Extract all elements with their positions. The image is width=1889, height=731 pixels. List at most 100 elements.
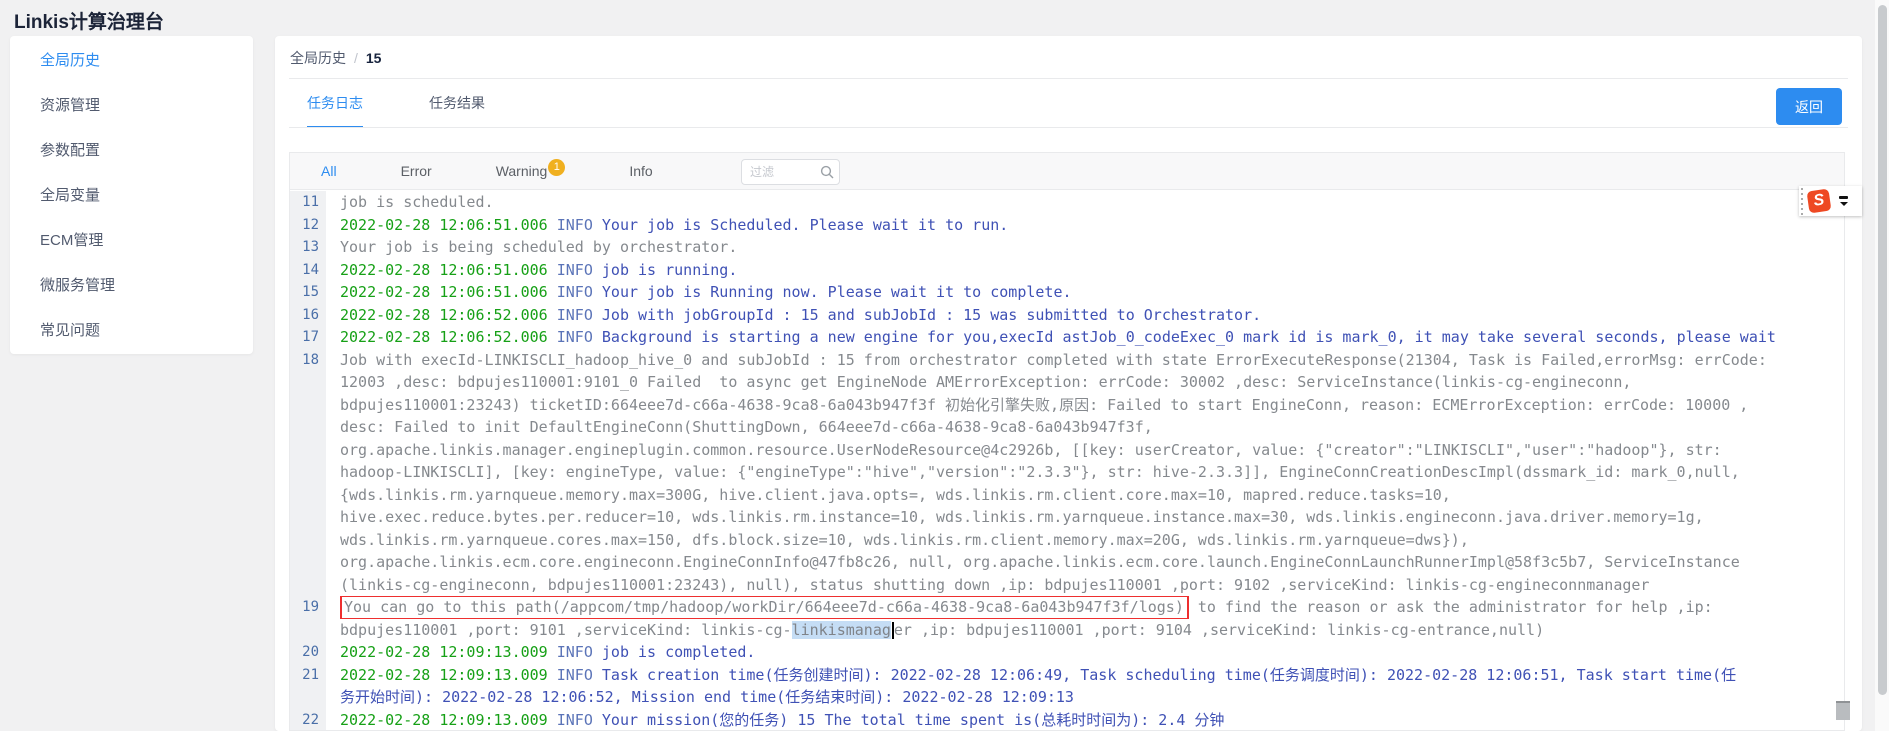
breadcrumb-parent[interactable]: 全局历史 bbox=[290, 50, 346, 66]
log-line-number bbox=[290, 619, 326, 642]
log-line-number: 13 bbox=[290, 236, 326, 259]
tab-task-log[interactable]: 任务日志 bbox=[307, 82, 363, 127]
log-toolbar: All Error Warning1 Info bbox=[290, 153, 1844, 190]
breadcrumb-separator: / bbox=[354, 50, 358, 66]
log-segment-plain: bdpujes110001 ,port: 9101 ,serviceKind: … bbox=[340, 621, 792, 639]
back-button[interactable]: 返回 bbox=[1776, 88, 1842, 125]
log-line-number bbox=[290, 574, 326, 597]
log-segment-lvl: INFO bbox=[557, 216, 602, 234]
log-filter-all[interactable]: All bbox=[321, 163, 337, 179]
page-scrollbar-thumb[interactable] bbox=[1878, 5, 1887, 695]
log-segment-plain: to find the reason or ask the administra… bbox=[1189, 598, 1713, 616]
ime-drag-handle[interactable] bbox=[1799, 186, 1805, 216]
log-row: 122022-02-28 12:06:51.006 INFO Your job … bbox=[290, 214, 1844, 237]
log-row: (linkis-cg-engineconn, bdpujes110001:232… bbox=[290, 574, 1844, 597]
log-line-text: org.apache.linkis.manager.engineplugin.c… bbox=[326, 439, 1844, 462]
log-segment-msg: job is running. bbox=[602, 261, 737, 279]
log-segment-plain: job is scheduled. bbox=[340, 193, 494, 211]
log-filter-error[interactable]: Error bbox=[401, 163, 432, 179]
sidebar-item-parameter-config[interactable]: 参数配置 bbox=[10, 128, 253, 173]
log-line-text: hadoop-LINKISCLI], [key: engineType, val… bbox=[326, 461, 1844, 484]
log-line-number bbox=[290, 371, 326, 394]
log-segment-plain: er ,ip: bdpujes110001 ,port: 9104 ,servi… bbox=[894, 621, 1544, 639]
sidebar-item-global-variables[interactable]: 全局变量 bbox=[10, 173, 253, 218]
log-row: org.apache.linkis.manager.engineplugin.c… bbox=[290, 439, 1844, 462]
log-row: 务开始时间): 2022-02-28 12:06:52, Mission end… bbox=[290, 686, 1844, 709]
sidebar-menu: 全局历史资源管理参数配置全局变量ECM管理微服务管理常见问题 bbox=[10, 38, 253, 353]
log-line-number: 20 bbox=[290, 641, 326, 664]
log-line-text: You can go to this path(/appcom/tmp/hado… bbox=[326, 596, 1844, 619]
sogou-ime-icon[interactable]: S bbox=[1807, 189, 1832, 214]
app-title: Linkis计算治理台 bbox=[14, 7, 164, 34]
log-line-number bbox=[290, 686, 326, 709]
log-line-number: 17 bbox=[290, 326, 326, 349]
log-segment-lvl: INFO bbox=[557, 283, 602, 301]
log-line-number: 22 bbox=[290, 709, 326, 731]
log-row: {wds.linkis.rm.yarnqueue.memory.max=300G… bbox=[290, 484, 1844, 507]
log-segment-msg: Background is starting a new engine for … bbox=[602, 328, 1776, 346]
tab-bar: 任务日志 任务结果 bbox=[307, 82, 485, 127]
log-line-number bbox=[290, 439, 326, 462]
log-line-text: job is scheduled. bbox=[326, 191, 1844, 214]
log-row: bdpujes110001 ,port: 9101 ,serviceKind: … bbox=[290, 619, 1844, 642]
log-row: 152022-02-28 12:06:51.006 INFO Your job … bbox=[290, 281, 1844, 304]
ime-menu-dash bbox=[1839, 196, 1848, 199]
log-line-number bbox=[290, 551, 326, 574]
log-segment-plain: hive.exec.reduce.bytes.per.reducer=10, w… bbox=[340, 508, 1704, 526]
sidebar-item-ecm-management[interactable]: ECM管理 bbox=[10, 218, 253, 263]
log-line-number bbox=[290, 484, 326, 507]
log-filter-info[interactable]: Info bbox=[629, 163, 652, 179]
log-segment-lvl: INFO bbox=[557, 643, 602, 661]
log-line-text: org.apache.linkis.ecm.core.engineconn.En… bbox=[326, 551, 1844, 574]
log-line-number: 14 bbox=[290, 259, 326, 282]
log-segment-plain: Job with execId-LINKISCLI_hadoop_hive_0 … bbox=[340, 351, 1767, 369]
page-scrollbar-track[interactable] bbox=[1875, 0, 1889, 731]
log-segment-plain: org.apache.linkis.ecm.core.engineconn.En… bbox=[340, 553, 1740, 571]
log-segment-msg: 务开始时间): 2022-02-28 12:06:52, Mission end… bbox=[340, 688, 1074, 706]
log-segment-lvl: INFO bbox=[557, 666, 602, 684]
log-row: 18 Job with execId-LINKISCLI_hadoop_hive_… bbox=[290, 349, 1844, 372]
log-segment-ts: 2022-02-28 12:09:13.009 bbox=[340, 711, 557, 729]
log-body[interactable]: 11job is scheduled.122022-02-28 12:06:51… bbox=[290, 191, 1844, 730]
log-row: 142022-02-28 12:06:51.006 INFO job is ru… bbox=[290, 259, 1844, 282]
log-row: wds.linkis.rm.yarnqueue.cores.max=150, d… bbox=[290, 529, 1844, 552]
log-line-text: 2022-02-28 12:06:51.006 INFO Your job is… bbox=[326, 214, 1844, 237]
log-line-number: 16 bbox=[290, 304, 326, 327]
log-row: 162022-02-28 12:06:52.006 INFO Job with … bbox=[290, 304, 1844, 327]
log-segment-ts: 2022-02-28 12:06:51.006 bbox=[340, 261, 557, 279]
sidebar-item-global-history[interactable]: 全局历史 bbox=[10, 38, 253, 83]
log-line-text: 2022-02-28 12:09:13.009 INFO Your missio… bbox=[326, 709, 1844, 731]
log-line-text: bdpujes110001 ,port: 9101 ,serviceKind: … bbox=[326, 619, 1844, 642]
warning-count-badge: 1 bbox=[548, 159, 565, 176]
log-line-number: 12 bbox=[290, 214, 326, 237]
log-segment-msg: Task creation time(任务创建时间): 2022-02-28 1… bbox=[602, 666, 1736, 684]
breadcrumb: 全局历史 / 15 bbox=[290, 48, 381, 68]
log-segment-ts: 2022-02-28 12:09:13.009 bbox=[340, 666, 557, 684]
log-row: desc: Failed to init DefaultEngineConn(S… bbox=[290, 416, 1844, 439]
log-segment-plain: hadoop-LINKISCLI], [key: engineType, val… bbox=[340, 463, 1740, 481]
log-line-text: 2022-02-28 12:09:13.009 INFO job is comp… bbox=[326, 641, 1844, 664]
log-line-number: 11 bbox=[290, 191, 326, 214]
log-filter-warning[interactable]: Warning1 bbox=[496, 163, 566, 179]
log-segment-ts: 2022-02-28 12:09:13.009 bbox=[340, 643, 557, 661]
log-line-number bbox=[290, 529, 326, 552]
log-line-text: {wds.linkis.rm.yarnqueue.memory.max=300G… bbox=[326, 484, 1844, 507]
log-row: hadoop-LINKISCLI], [key: engineType, val… bbox=[290, 461, 1844, 484]
sidebar-item-resource-management[interactable]: 资源管理 bbox=[10, 83, 253, 128]
sidebar-item-microservice-management[interactable]: 微服务管理 bbox=[10, 263, 253, 308]
ime-menu-icon[interactable] bbox=[1839, 196, 1848, 206]
log-row: 12003 ,desc: bdpujes110001:9101_0 Failed… bbox=[290, 371, 1844, 394]
breadcrumb-divider bbox=[289, 78, 1848, 79]
log-line-text: 2022-02-28 12:09:13.009 INFO Task creati… bbox=[326, 664, 1844, 687]
main-content: 全局历史 / 15 任务日志 任务结果 返回 All Error Warning1 Info… bbox=[275, 36, 1862, 731]
log-line-number: 18 bbox=[290, 349, 326, 372]
tab-task-result[interactable]: 任务结果 bbox=[429, 82, 485, 127]
breadcrumb-current: 15 bbox=[366, 50, 382, 66]
log-segment-lvl: INFO bbox=[557, 306, 602, 324]
log-scrollbar-thumb[interactable] bbox=[1836, 701, 1850, 720]
log-row: 212022-02-28 12:09:13.009 INFO Task crea… bbox=[290, 664, 1844, 687]
log-line-number bbox=[290, 394, 326, 417]
sidebar-item-faq[interactable]: 常见问题 bbox=[10, 308, 253, 353]
log-line-text: hive.exec.reduce.bytes.per.reducer=10, w… bbox=[326, 506, 1844, 529]
log-segment-msg: Your mission(您的任务) 15 The total time spe… bbox=[602, 711, 1225, 729]
